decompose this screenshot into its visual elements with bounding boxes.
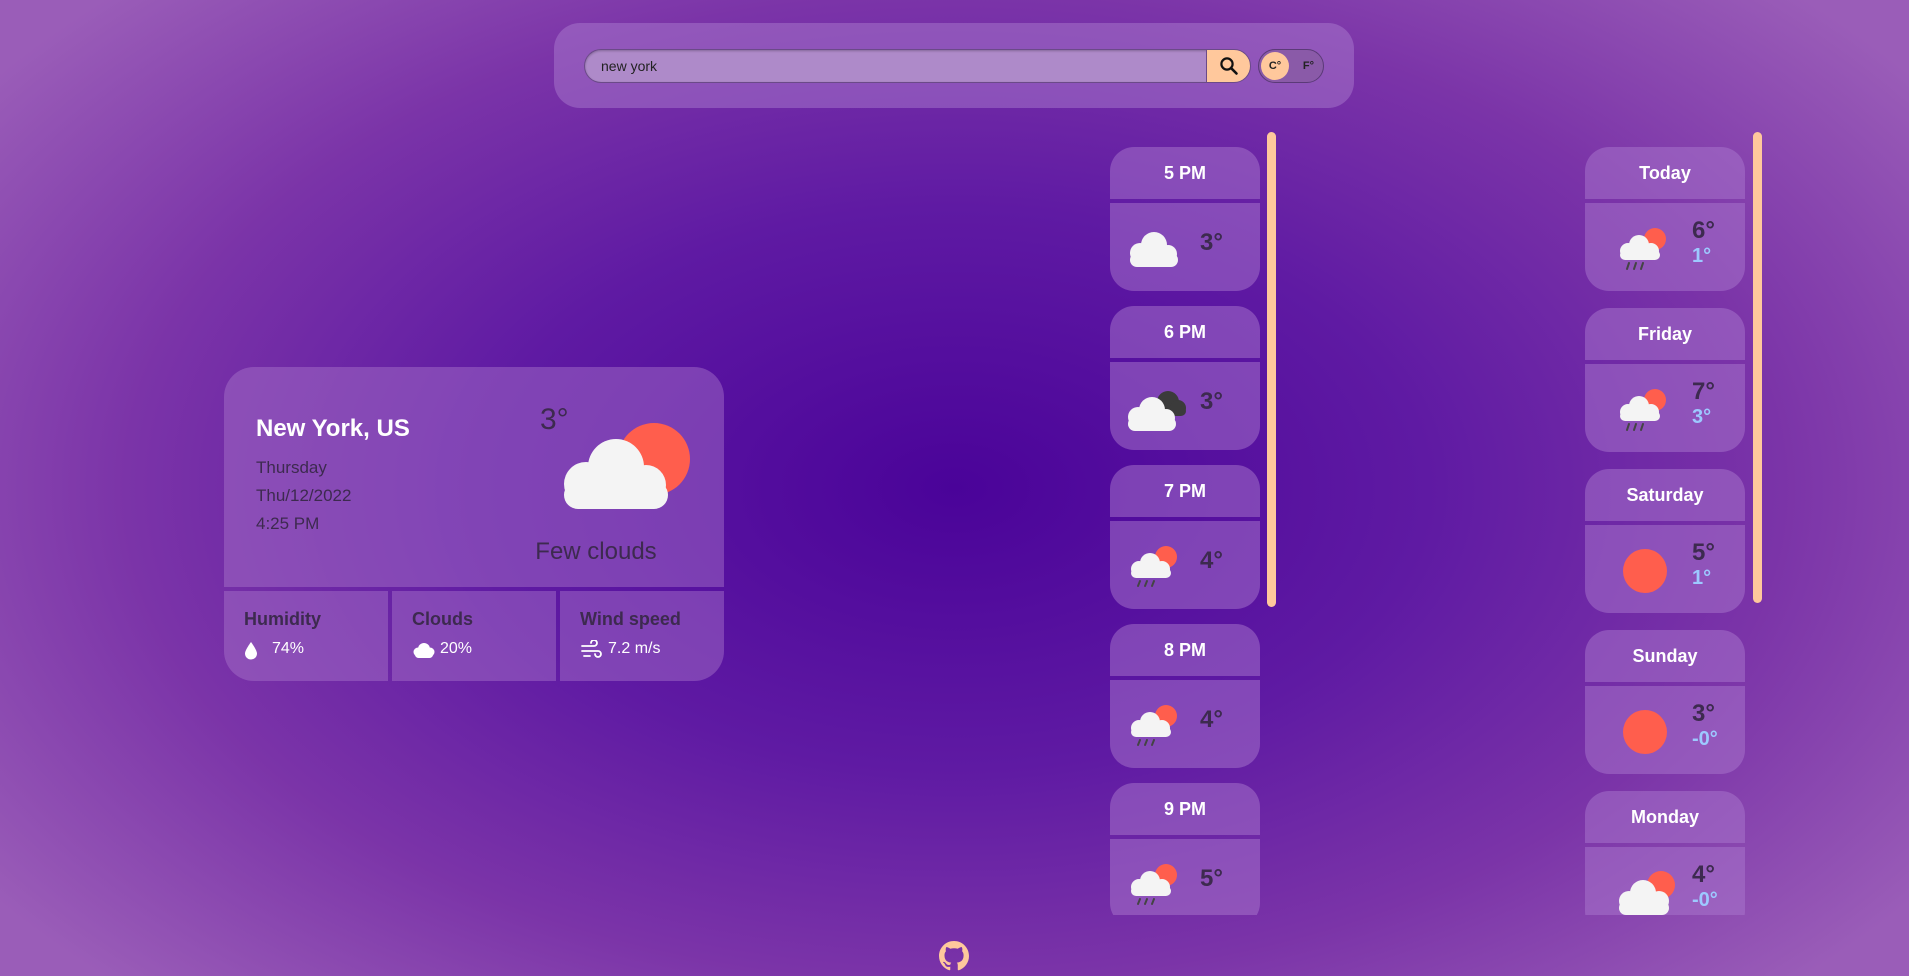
day-label: Today <box>1585 147 1745 199</box>
search-button[interactable] <box>1206 49 1251 83</box>
wind-stat: Wind speed 7.2 m/s <box>560 591 724 681</box>
rain-sun-icon <box>1131 705 1177 746</box>
wind-label: Wind speed <box>580 609 681 629</box>
search-icon <box>1219 57 1238 75</box>
day-max-temp: 5° <box>1692 539 1715 566</box>
hour-temp: 4° <box>1200 706 1223 733</box>
wind-value: 7.2 m/s <box>608 640 661 657</box>
hour-label: 5 PM <box>1110 147 1260 199</box>
rain-sun-icon <box>1620 228 1666 270</box>
hour-label: 9 PM <box>1110 783 1260 835</box>
day-label: Monday <box>1585 791 1745 843</box>
search-input[interactable] <box>584 49 1211 83</box>
rain-sun-icon <box>1620 389 1666 431</box>
daily-forecast[interactable]: Today 6° 1° Friday 7° 3° Saturday 5° 1° … <box>1585 147 1745 915</box>
current-time: 4:25 PM <box>256 514 320 533</box>
few-clouds-icon <box>1619 871 1675 915</box>
current-day: Thursday <box>256 458 327 477</box>
daily-scrollbar[interactable] <box>1753 132 1762 603</box>
hour-temp: 3° <box>1200 229 1223 256</box>
day-max-temp: 4° <box>1692 861 1715 888</box>
hour-body: 4° <box>1110 521 1260 609</box>
sun-icon <box>1623 710 1667 754</box>
day-body: 6° 1° <box>1585 203 1745 291</box>
clouds-label: Clouds <box>412 609 473 629</box>
day-min-temp: -0° <box>1692 889 1718 911</box>
day-label: Friday <box>1585 308 1745 360</box>
clouds-value: 20% <box>440 640 473 657</box>
day-body: 5° 1° <box>1585 525 1745 613</box>
github-icon[interactable] <box>939 941 969 971</box>
hour-body: 3° <box>1110 362 1260 450</box>
fahrenheit-option[interactable]: F° <box>1303 50 1314 82</box>
day-max-temp: 7° <box>1692 378 1715 405</box>
cloud-icon <box>1130 232 1178 267</box>
day-body: 4° -0° <box>1585 847 1745 915</box>
wind-icon <box>581 640 602 658</box>
day-body: 7° 3° <box>1585 364 1745 452</box>
hour-temp: 4° <box>1200 547 1223 574</box>
search-panel: C° F° <box>554 23 1354 108</box>
hour-body: 3° <box>1110 203 1260 291</box>
hour-body: 5° <box>1110 839 1260 915</box>
unit-toggle[interactable]: C° F° <box>1258 49 1324 83</box>
day-min-temp: 1° <box>1692 245 1712 267</box>
day-min-temp: 3° <box>1692 406 1712 428</box>
hourly-forecast[interactable]: 5 PM 3° 6 PM 3° 7 PM 4° 8 PM 4° 9 PM 5° <box>1110 147 1260 915</box>
day-max-temp: 3° <box>1692 700 1715 727</box>
rain-sun-icon <box>1131 864 1177 905</box>
city-name: New York, US <box>256 415 410 442</box>
hourly-scrollbar[interactable] <box>1267 132 1276 607</box>
hour-temp: 5° <box>1200 865 1223 892</box>
hour-label: 7 PM <box>1110 465 1260 517</box>
humidity-label: Humidity <box>244 609 322 629</box>
humidity-value: 74% <box>272 640 305 657</box>
current-date: Thu/12/2022 <box>256 486 352 505</box>
droplet-icon <box>245 642 257 660</box>
hour-label: 6 PM <box>1110 306 1260 358</box>
hour-label: 8 PM <box>1110 624 1260 676</box>
day-max-temp: 6° <box>1692 217 1715 244</box>
day-label: Saturday <box>1585 469 1745 521</box>
rain-sun-icon <box>1131 546 1177 587</box>
day-label: Sunday <box>1585 630 1745 682</box>
current-weather-main: New York, US Thursday Thu/12/2022 4:25 P… <box>224 367 724 587</box>
weather-description: Few clouds <box>535 538 657 565</box>
cloud-small-icon <box>413 643 435 658</box>
day-body: 3° -0° <box>1585 686 1745 774</box>
humidity-stat: Humidity 74% <box>224 591 388 681</box>
celsius-option[interactable]: C° <box>1261 52 1289 80</box>
sun-icon <box>1623 549 1667 593</box>
hour-body: 4° <box>1110 680 1260 768</box>
day-min-temp: -0° <box>1692 728 1718 750</box>
day-min-temp: 1° <box>1692 567 1712 589</box>
few-clouds-icon <box>564 423 690 509</box>
broken-clouds-icon <box>1128 391 1186 431</box>
hour-temp: 3° <box>1200 388 1223 415</box>
current-weather-card: New York, US Thursday Thu/12/2022 4:25 P… <box>224 367 724 681</box>
clouds-stat: Clouds 20% <box>392 591 556 681</box>
